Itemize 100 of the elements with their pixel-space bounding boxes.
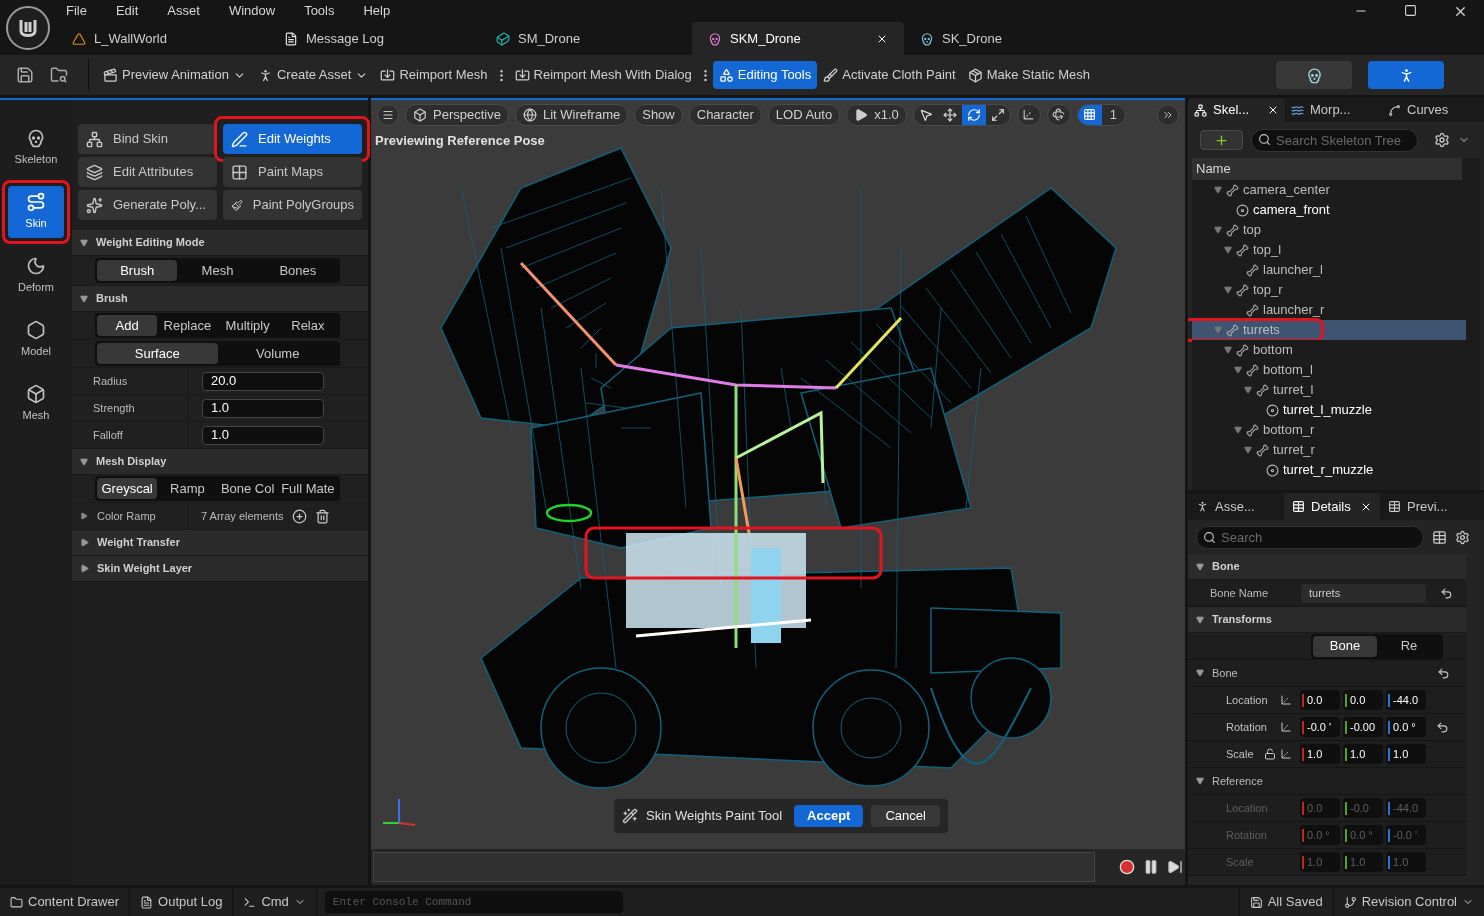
segment-option[interactable]: Multiply [217,315,278,336]
toolbar-button[interactable]: Editing Tools [712,61,818,89]
menu-item[interactable]: File [66,1,87,21]
document-tab[interactable]: SK_Drone [904,22,1116,55]
expand-arrow-icon[interactable] [80,512,88,520]
tool-button[interactable]: Edit Weights [223,124,362,154]
viewport-button[interactable]: Perspective [405,103,509,126]
table-icon[interactable] [1432,529,1447,545]
status-button[interactable]: Cmd [233,888,317,916]
vector-field[interactable]: 1.0 [1386,744,1426,764]
tool-button[interactable]: Paint PolyGroups [223,190,362,220]
toolbar-button[interactable]: Reimport Mesh [374,61,494,89]
transform-tool[interactable] [961,104,986,125]
status-button[interactable]: Content Drawer [0,888,131,916]
menu-item[interactable]: Edit [115,1,139,21]
document-tab[interactable]: Message Log [268,22,480,55]
viewport-button[interactable]: Lit Wireframe [514,103,629,126]
expand-arrow-icon[interactable] [1234,366,1242,374]
document-tab[interactable]: SM_Drone [480,22,692,55]
mode-rail-item[interactable]: Mesh [8,378,64,430]
collapse-arrow-icon[interactable] [1196,562,1204,571]
segment-option[interactable]: Bones [257,260,338,281]
segment-option[interactable]: Replace [157,315,218,336]
viewport-button[interactable]: x1.0 [846,103,907,126]
column-header[interactable]: Name [1192,158,1462,180]
document-tab[interactable]: SKM_Drone [692,22,904,55]
menu-button[interactable] [377,103,399,126]
expand-arrow-icon[interactable] [80,538,89,547]
toolbar-button[interactable]: Reimport Mesh With Dialog [508,61,698,89]
segment-option[interactable]: Surface [97,343,218,364]
collapse-arrow-icon[interactable] [80,294,88,303]
add-button[interactable] [1200,130,1243,150]
accept-button[interactable]: Accept [794,805,864,827]
segment-option[interactable]: Mesh [177,260,258,281]
viewport-button[interactable] [1046,103,1071,126]
segment-option[interactable]: Full Mate [277,478,338,499]
text-field[interactable]: turrets [1301,583,1426,603]
mode-rail-item[interactable]: Skeleton [8,122,64,174]
settings-icon[interactable] [1434,132,1450,148]
collapse-arrow-icon[interactable] [1196,615,1204,624]
status-button[interactable]: Output Log [130,888,234,916]
reset-icon[interactable] [1437,666,1450,680]
tool-button[interactable]: Paint Maps [223,157,362,187]
menu-item[interactable]: Asset [167,1,200,21]
viewport-button[interactable] [1016,103,1041,126]
tool-button[interactable]: Generate Poly... [78,190,217,220]
segment-option[interactable]: Greyscal [97,478,158,499]
segment-option[interactable]: Relax [277,315,338,336]
viewport-button[interactable]: LOD Auto [767,103,841,126]
segment-option[interactable]: Brush [97,260,178,281]
axis-icon[interactable] [1280,748,1292,760]
mode-rail-item[interactable]: Skin [8,186,64,238]
mode-rail-item[interactable]: Model [8,314,64,366]
expand-arrow-icon[interactable] [1224,346,1232,354]
segment-option[interactable]: Volume [217,343,338,364]
add-icon[interactable] [291,508,307,524]
panel-tab[interactable]: Curves [1382,98,1479,122]
panel-tab[interactable]: Morp... [1285,98,1382,122]
viewport-button[interactable]: Character [688,103,762,126]
segment-option[interactable]: Bone [1313,635,1377,657]
play-icon[interactable] [1167,859,1183,875]
panel-tab[interactable]: Skel... [1188,98,1285,122]
tool-button[interactable]: Bind Skin [78,124,217,154]
axis-icon[interactable] [1280,721,1292,733]
expand-arrow-icon[interactable] [1244,446,1252,454]
engine-logo[interactable] [6,5,50,50]
expand-arrow-icon[interactable] [1214,226,1222,234]
vector-field[interactable]: -0.00 [1343,717,1383,737]
tree-row[interactable]: turrets [1192,320,1466,340]
expand-arrow-icon[interactable] [80,564,89,573]
collapse-arrow-icon[interactable] [1196,669,1204,677]
expand-arrow-icon[interactable] [1234,426,1242,434]
record-icon[interactable] [1119,859,1135,875]
delete-icon[interactable] [314,508,330,524]
grid-snap-value[interactable]: 1 [1101,104,1125,125]
collapse-arrow-icon[interactable] [1196,777,1204,785]
overflow-button[interactable] [1157,103,1179,126]
vector-field[interactable]: 0.0 [1343,690,1383,710]
segment-option[interactable]: Add [97,315,158,336]
expand-arrow-icon[interactable] [1214,186,1222,194]
panel-tab[interactable]: Details [1284,493,1380,520]
tool-button[interactable]: Edit Attributes [78,157,217,187]
maximize-icon[interactable] [1404,3,1417,17]
collapse-arrow-icon[interactable] [80,238,88,247]
panel-tab[interactable]: Asse... [1188,493,1284,520]
vector-field[interactable]: 1.0 [1300,744,1340,764]
segment-option[interactable]: Re [1377,635,1441,657]
segment-option[interactable]: Bone Col [217,478,278,499]
status-button[interactable]: All Saved [1238,888,1333,916]
menu-item[interactable]: Window [228,1,276,21]
close-icon[interactable] [1267,104,1279,116]
status-button[interactable]: Revision Control [1332,888,1484,916]
console-field[interactable]: Enter Console Command [324,891,623,913]
mode-button[interactable] [1276,61,1352,89]
menu-item[interactable]: Tools [304,1,335,21]
menu-item[interactable]: Help [363,1,391,21]
browse-icon[interactable] [50,66,68,84]
reset-icon[interactable] [1440,586,1453,600]
document-tab[interactable]: L_WallWorld [56,22,268,55]
save-icon[interactable] [16,66,34,84]
